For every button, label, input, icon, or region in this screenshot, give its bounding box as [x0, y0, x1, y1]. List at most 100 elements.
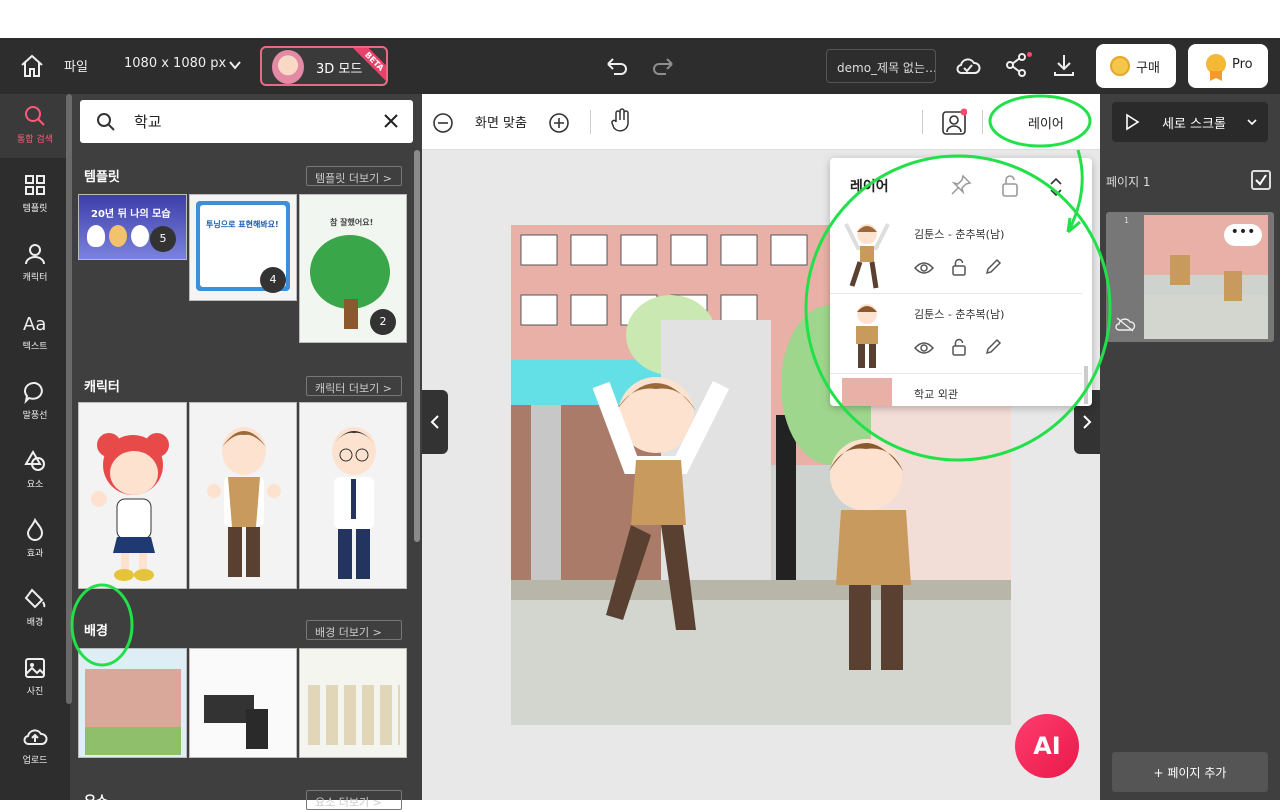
- redo-icon[interactable]: [652, 54, 676, 78]
- nav-templates[interactable]: 템플릿: [0, 163, 70, 227]
- paint-bucket-icon: [24, 588, 46, 609]
- panel-scrollbar[interactable]: [414, 150, 420, 542]
- layer-thumbnail: [842, 378, 892, 406]
- nav-elements[interactable]: 요소: [0, 439, 70, 503]
- page-thumbnail[interactable]: 1 •••: [1106, 212, 1274, 342]
- cloud-off-icon: [1115, 317, 1136, 332]
- characters-section-title: 캐릭터: [84, 380, 120, 395]
- layer-row[interactable]: 김툰스 - 춘추복(남): [830, 214, 1082, 294]
- nav-label: 말풍선: [22, 411, 48, 421]
- nav-label: 통합 검색: [17, 135, 53, 145]
- toolbar-divider: [922, 110, 923, 134]
- template-text: 투닝으로 표현해봐요!: [206, 220, 279, 229]
- chevron-left-icon: [430, 415, 439, 429]
- page-select-checkbox[interactable]: [1251, 170, 1271, 190]
- template-thumb-2[interactable]: 투닝으로 표현해봐요! 4: [189, 194, 297, 301]
- backgrounds-section-title: 배경: [84, 624, 108, 639]
- zoom-out-icon[interactable]: [432, 112, 454, 134]
- page-number: 1: [1124, 216, 1130, 225]
- file-menu[interactable]: 파일: [64, 56, 88, 75]
- check-icon: [1255, 174, 1267, 186]
- pro-label: Pro: [1232, 57, 1253, 72]
- chevron-down-icon: [1247, 119, 1257, 126]
- template-thumb-3[interactable]: 참 잘했어요! 2: [299, 194, 407, 343]
- templates-more-button[interactable]: 템플릿 더보기 >: [306, 166, 402, 186]
- zoom-in-icon[interactable]: [548, 112, 570, 134]
- scroll-mode-select[interactable]: 세로 스크롤: [1112, 102, 1268, 142]
- left-navigation: 통합 검색 템플릿 캐릭터 Aa 텍스트 말풍선 요소 효과 배경 사진 업로드: [0, 94, 70, 800]
- background-thumb-classroom[interactable]: [299, 648, 407, 758]
- nav-background[interactable]: 배경: [0, 577, 70, 641]
- pro-button[interactable]: Pro: [1188, 44, 1268, 88]
- background-thumb-school[interactable]: [78, 648, 187, 758]
- backgrounds-more-button[interactable]: 배경 더보기 >: [306, 620, 402, 640]
- coin-icon: [1110, 56, 1130, 76]
- unlock-icon[interactable]: [951, 258, 967, 276]
- search-input[interactable]: 학교: [80, 100, 413, 143]
- page-options-button[interactable]: •••: [1224, 224, 1262, 246]
- search-query: 학교: [134, 113, 162, 131]
- browser-top-area: [0, 0, 1280, 38]
- expand-collapse-icon[interactable]: [1048, 176, 1064, 198]
- canvas-toolbar: 화면 맞춤 레이어: [422, 94, 1100, 150]
- visibility-eye-icon[interactable]: [913, 340, 935, 356]
- home-icon[interactable]: [18, 52, 46, 80]
- 3d-mode-button[interactable]: 3D 모드 BETA: [260, 46, 388, 86]
- add-page-button[interactable]: + 페이지 추가: [1112, 752, 1268, 792]
- clear-search-icon[interactable]: [383, 113, 399, 129]
- layer-button[interactable]: 레이어: [1028, 113, 1064, 132]
- template-count-badge: 2: [370, 309, 396, 335]
- nav-label: 배경: [26, 618, 44, 628]
- play-icon[interactable]: [1122, 112, 1142, 132]
- nav-scrollbar[interactable]: [66, 94, 72, 704]
- layer-actions: [913, 338, 1002, 360]
- edit-pencil-icon[interactable]: [984, 258, 1002, 276]
- layers-panel-title: 레이어: [850, 179, 889, 195]
- collapse-left-panel-button[interactable]: [422, 390, 448, 454]
- nav-label: 업로드: [22, 756, 48, 766]
- character-thumb-boy-glasses[interactable]: [299, 402, 407, 589]
- fit-to-screen-button[interactable]: 화면 맞춤: [475, 112, 527, 131]
- document-title-field[interactable]: demo_제목 없는…: [826, 49, 936, 83]
- unlock-icon[interactable]: [1000, 174, 1020, 198]
- layers-scrollbar[interactable]: [1084, 366, 1088, 404]
- nav-characters[interactable]: 캐릭터: [0, 232, 70, 296]
- nav-label: 사진: [26, 687, 44, 697]
- share-button[interactable]: [1004, 52, 1032, 78]
- template-thumb-1[interactable]: 20년 뒤 나의 모습 5: [78, 194, 187, 260]
- person-icon: [25, 244, 45, 265]
- character-pose-icon[interactable]: [941, 108, 967, 136]
- nav-search[interactable]: 통합 검색: [0, 94, 70, 158]
- edit-pencil-icon[interactable]: [984, 338, 1002, 356]
- background-thumb-office[interactable]: [189, 648, 297, 758]
- buy-button[interactable]: 구매: [1096, 44, 1176, 88]
- nav-text[interactable]: Aa 텍스트: [0, 301, 70, 365]
- text-icon: Aa: [23, 314, 46, 335]
- boy-glasses-character-illustration: [330, 427, 378, 579]
- layer-name: 김툰스 - 춘추복(남): [914, 228, 1005, 241]
- hand-pan-icon[interactable]: [610, 108, 632, 134]
- toolbar-divider: [982, 110, 983, 134]
- characters-more-button[interactable]: 캐릭터 더보기 >: [306, 376, 402, 396]
- undo-icon[interactable]: [604, 54, 628, 78]
- unlock-icon[interactable]: [951, 338, 967, 356]
- layer-row[interactable]: 학교 외관: [830, 374, 1082, 406]
- nav-effects[interactable]: 효과: [0, 508, 70, 572]
- character-thumb-boy[interactable]: [189, 402, 297, 589]
- character-thumb-girl[interactable]: [78, 402, 187, 589]
- cloud-save-icon[interactable]: [955, 54, 981, 78]
- chevron-down-icon[interactable]: [228, 58, 242, 72]
- nav-photo[interactable]: 사진: [0, 646, 70, 710]
- layer-name: 학교 외관: [914, 388, 958, 401]
- pin-icon[interactable]: [950, 174, 972, 196]
- ai-assistant-button[interactable]: AI: [1015, 714, 1079, 778]
- canvas-size-label[interactable]: 1080 x 1080 px: [124, 56, 226, 71]
- nav-speech-bubble[interactable]: 말풍선: [0, 370, 70, 434]
- nav-upload[interactable]: 업로드: [0, 715, 70, 779]
- download-icon[interactable]: [1052, 52, 1076, 78]
- layer-row[interactable]: 김툰스 - 춘추복(남): [830, 294, 1082, 374]
- layer-actions: [913, 258, 1002, 280]
- visibility-eye-icon[interactable]: [913, 260, 935, 276]
- elements-more-button[interactable]: 요소 더보기 >: [306, 790, 402, 810]
- grid-icon: [25, 175, 45, 195]
